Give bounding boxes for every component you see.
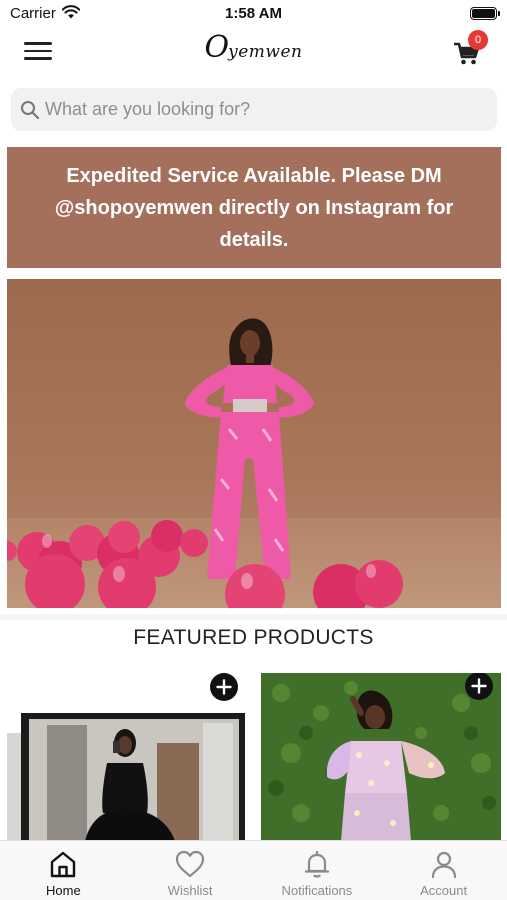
app-header: Oyemwen 0 [0,28,507,80]
add-to-cart-button[interactable] [210,673,238,701]
hero-illustration [7,318,403,608]
battery-icon [470,7,500,20]
plus-icon [471,678,487,694]
search-icon [21,101,40,120]
tab-label: Home [46,883,81,898]
home-icon [51,851,76,878]
status-bar: Carrier 1:58 AM [0,0,507,28]
brand-logo[interactable]: Oyemwen [0,30,507,65]
heart-icon [176,850,205,878]
tab-home[interactable]: Home [0,841,127,900]
section-divider [0,614,507,620]
logo-text: yemwen [228,42,303,62]
bottom-tab-bar: Home Wishlist Notifications Account [0,840,507,900]
tab-label: Wishlist [167,883,213,898]
logo-initial: O [204,30,230,65]
cart-count-badge: 0 [468,30,488,50]
status-time: 1:58 AM [225,5,282,22]
hero-image[interactable] [7,279,501,608]
user-icon [431,851,456,879]
search-bar[interactable] [11,88,497,131]
bell-icon [304,850,329,878]
featured-products-title: FEATURED PRODUCTS [133,626,374,649]
promo-banner: Expedited Service Available. Please DM @… [7,147,501,268]
tab-label: Notifications [281,883,353,898]
tab-notifications[interactable]: Notifications [254,841,381,900]
tab-wishlist[interactable]: Wishlist [127,841,254,900]
plus-icon [216,679,232,695]
tab-label: Account [420,883,468,898]
tab-account[interactable]: Account [380,841,507,900]
add-to-cart-button[interactable] [465,673,493,700]
search-input[interactable] [45,88,485,131]
product-card[interactable] [261,673,501,841]
promo-text: Expedited Service Available. Please DM @… [54,164,454,251]
product-card[interactable] [7,673,247,841]
